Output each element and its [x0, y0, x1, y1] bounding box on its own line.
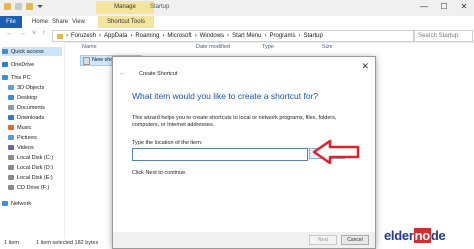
- up-arrow-icon[interactable]: ↑: [42, 30, 46, 37]
- network-icon: [2, 201, 8, 206]
- sidebar-item-3d-objects[interactable]: 3D Objects: [8, 83, 44, 92]
- properties-icon[interactable]: [15, 3, 22, 10]
- navigation-pane: Quick access OneDrive This PC 3D Objects…: [0, 42, 65, 237]
- breadcrumb-segment[interactable]: Startup: [303, 33, 322, 39]
- drive-icon: [8, 155, 14, 160]
- breadcrumb-separator: ›: [264, 33, 267, 39]
- tab-shortcut-tools[interactable]: Shortcut Tools: [98, 16, 154, 28]
- desktop-icon: [8, 95, 14, 100]
- drive-icon: [8, 165, 14, 170]
- location-input[interactable]: [132, 148, 308, 161]
- status-selection: 1 item selected 182 bytes: [36, 240, 99, 246]
- annotation-arrow-icon: [312, 139, 360, 165]
- close-icon[interactable]: ✕: [361, 61, 369, 72]
- manage-context-tab[interactable]: Manage: [96, 1, 154, 14]
- quick-access-toolbar: [4, 3, 43, 10]
- navigation-buttons: ← → ˅ ↑: [6, 30, 46, 37]
- folder-icon: [57, 33, 63, 39]
- breadcrumb-separator: ›: [298, 33, 301, 39]
- column-header-size[interactable]: Size: [322, 42, 333, 52]
- breadcrumb-segment[interactable]: Microsoft: [167, 33, 191, 39]
- drive-icon: [8, 175, 14, 180]
- sidebar-item-desktop[interactable]: Desktop: [8, 93, 37, 102]
- sidebar-item-music[interactable]: Music: [8, 123, 31, 132]
- column-header-type[interactable]: Type: [262, 42, 274, 52]
- dialog-description: This wizard helps you to create shortcut…: [132, 115, 337, 128]
- minimize-button[interactable]: —: [414, 0, 434, 14]
- star-icon: [2, 49, 8, 54]
- music-icon: [8, 125, 14, 130]
- breadcrumb-separator: ›: [99, 33, 102, 39]
- new-folder-icon[interactable]: [26, 3, 33, 10]
- dialog-heading: What item would you like to create a sho…: [132, 91, 319, 101]
- sidebar-item-local-disk-d[interactable]: Local Disk (D:): [8, 163, 53, 172]
- sidebar-item-pictures[interactable]: Pictures: [8, 133, 37, 142]
- breadcrumb-segment[interactable]: Roaming: [135, 33, 159, 39]
- pictures-icon: [8, 135, 14, 140]
- cd-icon: [8, 185, 14, 190]
- document-icon: [8, 105, 14, 110]
- continue-message: Click Next to continue.: [132, 170, 187, 176]
- forward-arrow-icon[interactable]: →: [19, 30, 26, 37]
- video-icon: [8, 145, 14, 150]
- close-button[interactable]: ✕: [454, 0, 474, 14]
- tab-file[interactable]: File: [0, 16, 22, 28]
- maximize-button[interactable]: ☐: [434, 0, 454, 14]
- sidebar-item-this-pc[interactable]: This PC: [2, 73, 31, 82]
- column-header-date-modified[interactable]: Date modified: [196, 42, 230, 52]
- chevron-down-icon[interactable]: [37, 5, 43, 8]
- window-controls: — ☐ ✕: [414, 0, 474, 14]
- dialog-title: Create Shortcut: [139, 71, 178, 77]
- sidebar-item-network[interactable]: Network: [2, 199, 31, 208]
- cancel-button[interactable]: Cancel: [341, 235, 369, 245]
- sidebar-item-documents[interactable]: Documents: [8, 103, 45, 112]
- search-input[interactable]: Search Startup: [414, 30, 473, 42]
- breadcrumb-segment[interactable]: Windows: [200, 33, 224, 39]
- breadcrumb-segment[interactable]: Foruzesh: [71, 33, 96, 39]
- sidebar-item-downloads[interactable]: Downloads: [8, 113, 44, 122]
- sidebar-item-local-disk-c[interactable]: Local Disk (C:): [8, 153, 53, 162]
- folder-icon[interactable]: [4, 3, 11, 10]
- location-label: Type the location of the item:: [132, 140, 203, 146]
- cube-icon: [8, 85, 14, 90]
- sidebar-item-local-disk-e[interactable]: Local Disk (E:): [8, 173, 53, 182]
- address-bar[interactable]: › Foruzesh › AppData › Roaming › Microso…: [52, 30, 414, 42]
- tab-view[interactable]: View: [72, 16, 85, 28]
- computer-icon: [2, 75, 8, 80]
- tab-share[interactable]: Share: [52, 16, 68, 28]
- shortcut-file-icon: [83, 56, 90, 65]
- column-header-name[interactable]: Name: [82, 42, 97, 52]
- status-item-count: 1 item: [4, 240, 19, 246]
- breadcrumb-separator: ›: [130, 33, 133, 39]
- sidebar-item-cd-drive-f[interactable]: CD Drive (F:): [8, 183, 49, 192]
- window-title: Startup: [150, 4, 170, 10]
- title-bar: [0, 0, 474, 16]
- back-arrow-icon[interactable]: ←: [119, 70, 126, 77]
- sidebar-item-quick-access[interactable]: Quick access: [2, 47, 62, 56]
- back-arrow-icon[interactable]: ←: [6, 30, 13, 37]
- sidebar-item-videos[interactable]: Videos: [8, 143, 34, 152]
- breadcrumb-separator: ›: [194, 33, 197, 39]
- cloud-icon: [2, 62, 8, 67]
- recent-chevron-icon[interactable]: ˅: [32, 30, 36, 37]
- next-button[interactable]: Next: [309, 235, 337, 245]
- eldernode-logo: eldernode: [384, 228, 446, 243]
- tab-home[interactable]: Home: [32, 16, 48, 28]
- breadcrumb-separator: ›: [162, 33, 165, 39]
- breadcrumb-segment[interactable]: Programs: [269, 33, 295, 39]
- breadcrumb-separator: ›: [227, 33, 230, 39]
- sidebar-item-onedrive[interactable]: OneDrive: [2, 60, 34, 69]
- breadcrumb-separator: ›: [66, 33, 68, 39]
- download-icon: [8, 115, 14, 120]
- breadcrumb-segment[interactable]: AppData: [104, 33, 127, 39]
- breadcrumb-segment[interactable]: Start Menu: [232, 33, 261, 39]
